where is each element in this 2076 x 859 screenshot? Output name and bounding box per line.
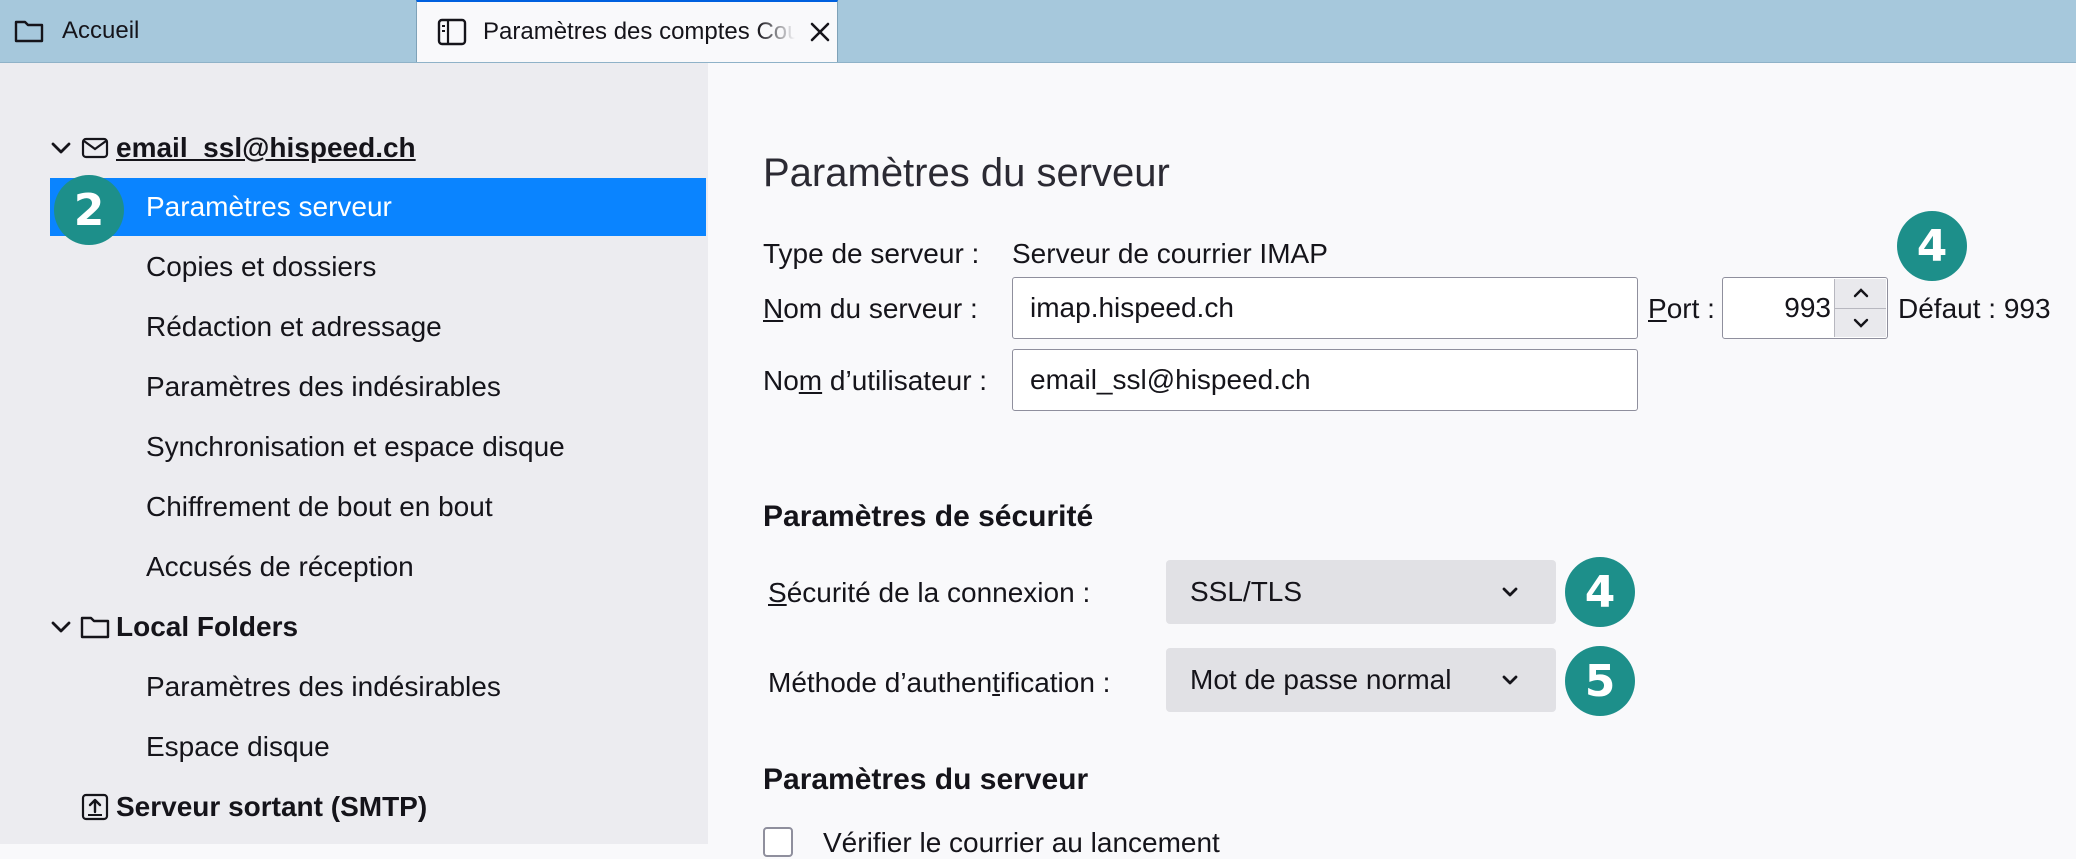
server-type-value: Serveur de courrier IMAP bbox=[1012, 238, 1328, 269]
mnemonic: t bbox=[992, 667, 1000, 698]
username-label: Nom d’utilisateur : bbox=[763, 365, 987, 397]
default-port-label: Défaut : 993 bbox=[1898, 293, 2051, 324]
tree-item-label: Rédaction et adressage bbox=[146, 311, 442, 342]
smtp-label: Serveur sortant (SMTP) bbox=[116, 791, 428, 822]
connection-security-label: Sécurité de la connexion : bbox=[768, 577, 1090, 609]
tree-item-label: Copies et dossiers bbox=[146, 251, 377, 282]
tree-account-local-folders[interactable]: Local Folders bbox=[50, 598, 706, 656]
local-folders-label: Local Folders bbox=[116, 611, 299, 642]
mnemonic: P bbox=[1648, 293, 1667, 324]
chevron-down-icon[interactable] bbox=[50, 616, 72, 638]
server-name-input[interactable]: imap.hispeed.ch bbox=[1012, 277, 1638, 339]
server-name-label: Nom du serveur : bbox=[763, 293, 978, 325]
chevron-up-icon[interactable] bbox=[1835, 279, 1886, 309]
tab-bar: Accueil Paramètres des comptes Courrier bbox=[0, 0, 2076, 63]
server-type-label: Type de serveur : bbox=[763, 238, 980, 269]
label-text: ification : bbox=[999, 667, 1111, 698]
folder-icon bbox=[80, 612, 110, 642]
connection-security-select[interactable]: SSL/TLS bbox=[1166, 560, 1556, 624]
select-value: SSL/TLS bbox=[1190, 576, 1303, 607]
tree-item-server-settings[interactable]: Paramètres serveur bbox=[50, 178, 706, 236]
server-settings-heading: Paramètres du serveur bbox=[763, 763, 1089, 796]
page-title: Paramètres du serveur bbox=[763, 151, 1170, 195]
close-icon[interactable] bbox=[803, 15, 837, 49]
label-text: Méthode d’authen bbox=[768, 667, 993, 698]
tree-item-label: Chiffrement de bout en bout bbox=[146, 491, 493, 522]
label-text: d’utilisateur : bbox=[822, 365, 988, 396]
server-settings-panel: Paramètres du serveur Type de serveur : … bbox=[708, 63, 2076, 858]
tree-item-receipts[interactable]: Accusés de réception bbox=[50, 538, 706, 596]
tree-item-label: Paramètres des indésirables bbox=[146, 671, 501, 702]
account-email-label: email_ssl@hispeed.ch bbox=[116, 132, 416, 163]
label-text: ort : bbox=[1666, 293, 1715, 324]
tree-item-label: Espace disque bbox=[146, 731, 330, 762]
tab-home[interactable]: Accueil bbox=[0, 0, 414, 62]
auth-method-label: Méthode d’authentification : bbox=[768, 667, 1110, 699]
tab-account-settings-label: Paramètres des comptes Courrier bbox=[483, 18, 795, 45]
step-badge-5-auth: 5 bbox=[1565, 646, 1635, 716]
tree-item-local-disk[interactable]: Espace disque bbox=[50, 718, 706, 776]
folder-icon bbox=[12, 14, 46, 48]
label-text: om du serveur : bbox=[783, 293, 978, 324]
outgoing-server-icon bbox=[80, 792, 110, 822]
step-badge-2: 2 bbox=[54, 175, 124, 245]
tree-item-junk-settings[interactable]: Paramètres des indésirables bbox=[50, 358, 706, 416]
mnemonic: m bbox=[798, 365, 823, 396]
port-label: Port : bbox=[1648, 293, 1715, 325]
tree-item-e2e-encryption[interactable]: Chiffrement de bout en bout bbox=[50, 478, 706, 536]
mnemonic: N bbox=[763, 293, 784, 324]
tree-item-composition[interactable]: Rédaction et adressage bbox=[50, 298, 706, 356]
step-badge-4-security: 4 bbox=[1565, 557, 1635, 627]
auth-method-select[interactable]: Mot de passe normal bbox=[1166, 648, 1556, 712]
chevron-down-icon bbox=[1500, 670, 1520, 690]
security-heading: Paramètres de sécurité bbox=[763, 500, 1094, 533]
tab-account-settings[interactable]: Paramètres des comptes Courrier bbox=[416, 0, 838, 62]
chevron-down-icon[interactable] bbox=[1835, 308, 1886, 337]
step-badge-4-port: 4 bbox=[1897, 211, 1967, 281]
mnemonic: S bbox=[768, 577, 787, 608]
tree-item-label: Paramètres serveur bbox=[146, 191, 392, 222]
tree-item-local-junk[interactable]: Paramètres des indésirables bbox=[50, 658, 706, 716]
label-text: écurité de la connexion : bbox=[786, 577, 1091, 608]
tree-item-label: Synchronisation et espace disque bbox=[146, 431, 565, 462]
check-on-startup-label: Vérifier le courrier au lancement bbox=[823, 827, 1220, 858]
tree-item-sync-disk[interactable]: Synchronisation et espace disque bbox=[50, 418, 706, 476]
username-input[interactable]: email_ssl@hispeed.ch bbox=[1012, 349, 1638, 411]
port-stepper[interactable] bbox=[1834, 279, 1886, 337]
select-value: Mot de passe normal bbox=[1190, 664, 1452, 695]
chevron-down-icon[interactable] bbox=[50, 137, 72, 159]
tab-home-label: Accueil bbox=[62, 17, 140, 44]
tree-item-label: Paramètres des indésirables bbox=[146, 371, 501, 402]
tree-item-label: Accusés de réception bbox=[146, 551, 414, 582]
check-on-startup-checkbox[interactable] bbox=[763, 827, 793, 857]
envelope-icon bbox=[80, 133, 110, 163]
chevron-down-icon bbox=[1500, 582, 1520, 602]
tree-account-email[interactable]: email_ssl@hispeed.ch bbox=[50, 119, 706, 177]
tree-item-copies-folders[interactable]: Copies et dossiers bbox=[50, 238, 706, 296]
account-settings-icon bbox=[435, 15, 469, 49]
label-text: No bbox=[763, 365, 799, 396]
tree-account-smtp[interactable]: Serveur sortant (SMTP) bbox=[50, 778, 706, 836]
